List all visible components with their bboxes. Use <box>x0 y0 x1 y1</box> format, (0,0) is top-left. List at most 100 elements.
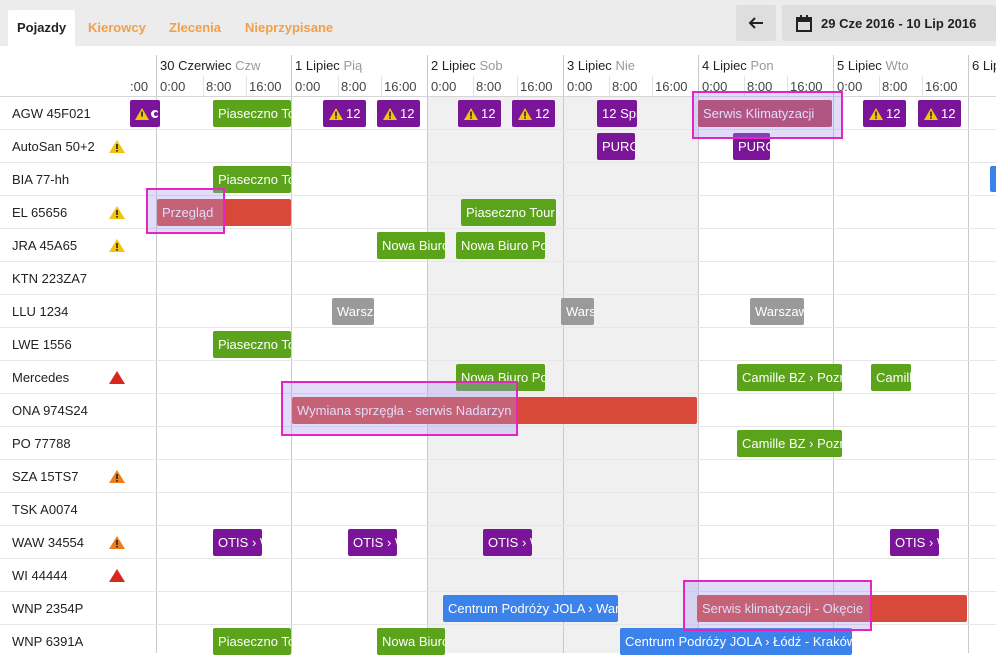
row-divider <box>0 261 996 262</box>
row-divider <box>0 624 996 625</box>
vehicle-name[interactable]: AGW 45F021 <box>12 106 91 121</box>
event-bar[interactable]: Nowa Biuro <box>377 628 445 655</box>
date-range-button[interactable]: 29 Cze 2016 - 10 Lip 2016 <box>782 5 996 41</box>
event-bar[interactable]: OTIS › Warszawa <box>483 529 532 556</box>
day-divider <box>968 55 969 653</box>
vehicle-name[interactable]: WNP 6391A <box>12 634 83 649</box>
event-bar[interactable]: OTIS › Warszawa <box>890 529 939 556</box>
event-bar-selected[interactable]: Serwis Klimatyzacji <box>698 100 832 127</box>
event-bar[interactable]: Piaseczno Tour <box>213 331 291 358</box>
event-bar[interactable]: 12 Spr <box>597 100 637 127</box>
vehicle-name[interactable]: AutoSan 50+2 <box>12 139 95 154</box>
vehicle-name[interactable]: LWE 1556 <box>12 337 72 352</box>
event-bar[interactable]: Piaseczno Tour <box>213 166 291 193</box>
row-divider <box>0 558 996 559</box>
event-bar[interactable]: 12 <box>512 100 555 127</box>
top-bar: Pojazdy Kierowcy Zlecenia Nieprzypisane … <box>0 0 996 46</box>
day-divider <box>833 55 834 653</box>
event-bar[interactable]: Wymiana sprzęgła - serwis Nadarzyn <box>292 397 697 424</box>
warning-icon <box>924 107 938 120</box>
event-bar[interactable]: 12 <box>918 100 961 127</box>
day-label: 1 Lipiec Pią <box>295 58 363 73</box>
event-bar[interactable]: Piaseczno Tour <box>461 199 556 226</box>
vehicle-name[interactable]: Mercedes <box>12 370 69 385</box>
warning-orange-icon <box>109 470 125 483</box>
hour-label: 16:00 <box>790 79 823 94</box>
vehicle-name[interactable]: SZA 15TS7 <box>12 469 78 484</box>
event-bar[interactable]: Nowa Biuro Podróży <box>456 232 545 259</box>
event-bar[interactable]: Centrum Podróży JOLA › Łódź - Kraków <box>620 628 852 655</box>
hour-divider <box>203 76 204 96</box>
header-divider <box>0 96 996 97</box>
event-bar[interactable]: OTIS › Warszawa <box>348 529 397 556</box>
hour-label: 0:00 <box>702 79 728 94</box>
event-bar[interactable]: Przegląd <box>157 199 291 226</box>
event-bar[interactable]: Warszawa <box>332 298 374 325</box>
event-bar[interactable]: PURO <box>733 133 770 160</box>
hour-label: 8:00 <box>341 79 367 94</box>
warning-icon <box>329 107 343 120</box>
hour-divider <box>609 76 610 96</box>
tab-nieprzypisane[interactable]: Nieprzypisane <box>236 10 342 46</box>
row-divider <box>0 327 996 328</box>
day-label: 4 Lipiec Pon <box>702 58 774 73</box>
hour-label: 8:00 <box>882 79 908 94</box>
event-bar[interactable]: Warszawa <box>750 298 804 325</box>
event-bar[interactable]: 12 <box>377 100 420 127</box>
event-bar[interactable] <box>130 100 160 127</box>
day-divider <box>427 55 428 653</box>
warning-icon <box>869 107 883 120</box>
event-bar[interactable]: 12 <box>323 100 366 127</box>
day-label: 2 Lipiec Sob <box>431 58 503 73</box>
event-bar[interactable]: OTIS › Warszawa <box>213 529 262 556</box>
event-bar[interactable]: 12 <box>863 100 906 127</box>
warning-orange-icon <box>109 536 125 549</box>
event-bar[interactable]: Nowa Biuro Podróży <box>456 364 545 391</box>
event-bar[interactable]: Nowa Biuro <box>377 232 445 259</box>
hour-label: :00 <box>130 79 149 94</box>
event-bar[interactable]: Centrum Podróży JOLA › Warszawa <box>443 595 618 622</box>
back-button[interactable] <box>736 5 776 41</box>
vehicle-name[interactable]: PO 77788 <box>12 436 71 451</box>
row-divider <box>0 294 996 295</box>
event-bar[interactable]: Camille BZ › Poznań <box>737 364 842 391</box>
event-bar[interactable]: PURO <box>597 133 635 160</box>
vehicle-name[interactable]: WNP 2354P <box>12 601 83 616</box>
row-divider <box>0 195 996 196</box>
event-bar[interactable]: Camille BZ › Poznań <box>737 430 842 457</box>
event-bar[interactable]: Piaseczno Tour <box>213 628 291 655</box>
event-bar[interactable]: Camille <box>871 364 911 391</box>
hour-divider <box>473 76 474 96</box>
day-label: 6 Lip <box>972 58 996 73</box>
hour-divider <box>922 76 923 96</box>
vehicle-name[interactable]: LLU 1234 <box>12 304 68 319</box>
vehicle-name[interactable]: BIA 77-hh <box>12 172 69 187</box>
event-bar[interactable]: 12 <box>458 100 501 127</box>
arrow-left-icon <box>748 17 763 29</box>
hour-label: 16:00 <box>520 79 553 94</box>
row-divider <box>0 228 996 229</box>
date-range-text: 29 Cze 2016 - 10 Lip 2016 <box>821 15 977 31</box>
hour-label: 0:00 <box>295 79 321 94</box>
vehicle-name[interactable]: WAW 34554 <box>12 535 84 550</box>
hour-divider <box>652 76 653 96</box>
tab-zlecenia[interactable]: Zlecenia <box>160 10 230 46</box>
tab-kierowcy[interactable]: Kierowcy <box>79 10 155 46</box>
hour-label: 8:00 <box>612 79 638 94</box>
vehicle-name[interactable]: KTN 223ZA7 <box>12 271 87 286</box>
event-bar[interactable]: Serwis klimatyzacji - Okęcie <box>697 595 967 622</box>
day-label: 5 Lipiec Wto <box>837 58 909 73</box>
vehicle-name[interactable]: EL 65656 <box>12 205 67 220</box>
vehicle-name[interactable]: ONA 974S24 <box>12 403 88 418</box>
event-bar[interactable]: Warszawa <box>561 298 594 325</box>
vehicle-name[interactable]: JRA 45A65 <box>12 238 77 253</box>
hour-label: 0:00 <box>431 79 457 94</box>
hour-label: 16:00 <box>384 79 417 94</box>
tab-pojazdy[interactable]: Pojazdy <box>8 10 76 46</box>
vehicle-name[interactable]: WI 44444 <box>12 568 68 583</box>
event-bar[interactable]: Piaseczno Tour <box>213 100 291 127</box>
row-divider <box>0 591 996 592</box>
vehicle-name[interactable]: TSK A0074 <box>12 502 78 517</box>
wrench-icon <box>151 109 158 118</box>
event-bar-edge[interactable] <box>990 166 996 192</box>
